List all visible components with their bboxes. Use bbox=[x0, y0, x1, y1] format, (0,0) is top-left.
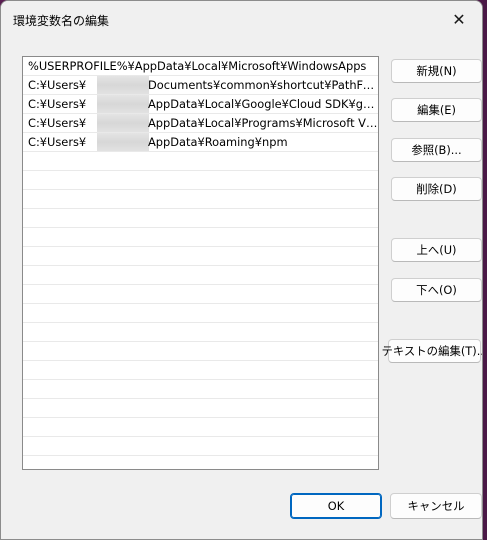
empty-row bbox=[23, 342, 378, 361]
browse-button[interactable]: 参照(B)... bbox=[391, 138, 482, 162]
empty-row bbox=[23, 361, 378, 380]
path-prefix: C:¥Users¥ bbox=[28, 116, 87, 130]
list-item[interactable]: %USERPROFILE%¥AppData¥Local¥Microsoft¥Wi… bbox=[23, 57, 378, 76]
path-list[interactable]: %USERPROFILE%¥AppData¥Local¥Microsoft¥Wi… bbox=[22, 56, 379, 470]
list-item[interactable]: C:¥Users¥ Documents¥common¥shortcut¥Path… bbox=[23, 76, 378, 95]
redacted-username bbox=[97, 95, 149, 113]
empty-row bbox=[23, 399, 378, 418]
redacted-username bbox=[97, 114, 149, 132]
path-suffix: AppData¥Local¥Programs¥Microsoft VS ... bbox=[148, 116, 378, 130]
close-icon[interactable]: ✕ bbox=[436, 1, 482, 37]
empty-row bbox=[23, 152, 378, 171]
redacted-username bbox=[97, 76, 149, 94]
path-prefix: C:¥Users¥ bbox=[28, 135, 87, 149]
ok-button[interactable]: OK bbox=[290, 493, 382, 519]
path-text: %USERPROFILE%¥AppData¥Local¥Microsoft¥Wi… bbox=[28, 59, 367, 73]
empty-row bbox=[23, 285, 378, 304]
cancel-button[interactable]: キャンセル bbox=[390, 493, 482, 519]
edit-environment-variable-dialog: 環境変数名の編集 ✕ %USERPROFILE%¥AppData¥Local¥M… bbox=[0, 0, 483, 540]
delete-button[interactable]: 削除(D) bbox=[391, 177, 482, 201]
empty-row bbox=[23, 247, 378, 266]
move-up-button[interactable]: 上へ(U) bbox=[391, 238, 482, 262]
edit-text-button[interactable]: テキストの編集(T)... bbox=[381, 339, 482, 363]
empty-row bbox=[23, 190, 378, 209]
list-item[interactable]: C:¥Users¥ AppData¥Local¥Google¥Cloud SDK… bbox=[23, 95, 378, 114]
path-suffix: AppData¥Local¥Google¥Cloud SDK¥goo... bbox=[148, 97, 378, 111]
redacted-username bbox=[97, 133, 149, 151]
move-down-button[interactable]: 下へ(O) bbox=[391, 278, 482, 302]
empty-row bbox=[23, 437, 378, 456]
path-suffix: Documents¥common¥shortcut¥PathFolder bbox=[148, 78, 378, 92]
path-suffix: AppData¥Roaming¥npm bbox=[148, 135, 288, 149]
path-prefix: C:¥Users¥ bbox=[28, 78, 87, 92]
new-button[interactable]: 新規(N) bbox=[391, 59, 482, 83]
empty-row bbox=[23, 380, 378, 399]
empty-row bbox=[23, 418, 378, 437]
empty-row bbox=[23, 209, 378, 228]
dialog-title: 環境変数名の編集 bbox=[13, 14, 110, 28]
path-prefix: C:¥Users¥ bbox=[28, 97, 87, 111]
empty-row bbox=[23, 266, 378, 285]
list-item[interactable]: C:¥Users¥ AppData¥Local¥Programs¥Microso… bbox=[23, 114, 378, 133]
title-bar: 環境変数名の編集 ✕ bbox=[1, 1, 482, 37]
empty-row bbox=[23, 323, 378, 342]
list-item[interactable]: C:¥Users¥ AppData¥Roaming¥npm bbox=[23, 133, 378, 152]
empty-row bbox=[23, 228, 378, 247]
edit-button[interactable]: 編集(E) bbox=[391, 98, 482, 122]
empty-row bbox=[23, 304, 378, 323]
empty-row bbox=[23, 171, 378, 190]
